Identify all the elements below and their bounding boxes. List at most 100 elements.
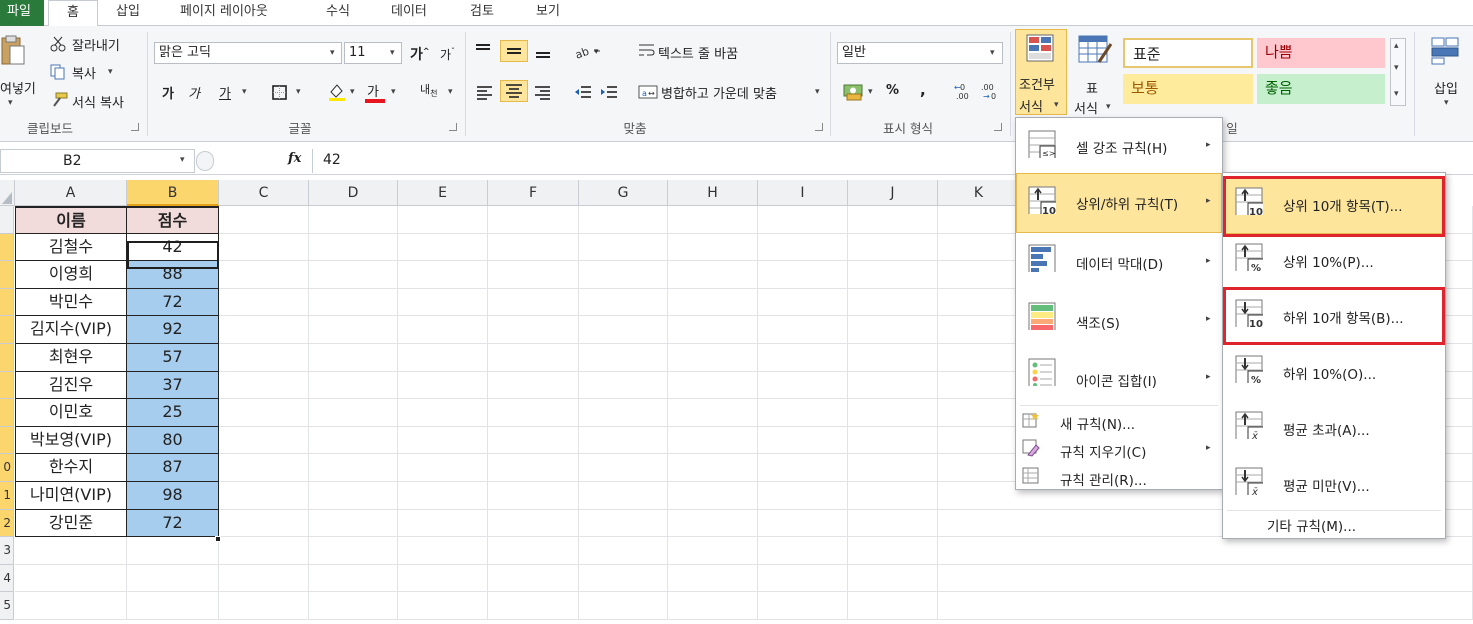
table-cell[interactable]: 37: [127, 371, 219, 400]
table-cell[interactable]: 80: [127, 426, 219, 455]
empty-cell[interactable]: [398, 537, 488, 565]
accounting-dropdown-icon[interactable]: ▾: [868, 87, 873, 97]
table-cell[interactable]: 나미연(VIP): [15, 482, 127, 510]
empty-cell[interactable]: [848, 399, 938, 427]
bold-button[interactable]: 가: [162, 83, 174, 102]
row-header-5[interactable]: [0, 316, 14, 344]
empty-cell[interactable]: [579, 261, 668, 289]
empty-cell[interactable]: [579, 482, 668, 510]
cut-button[interactable]: 잘라내기: [72, 35, 120, 54]
format-as-table-button[interactable]: 서식: [1074, 98, 1098, 117]
empty-cell[interactable]: [309, 344, 398, 372]
row-header-11[interactable]: 1: [0, 482, 14, 510]
empty-cell[interactable]: [309, 233, 398, 262]
empty-cell[interactable]: [848, 564, 938, 593]
empty-cell[interactable]: [219, 454, 309, 482]
empty-cell[interactable]: [309, 371, 398, 400]
table-cell[interactable]: 한수지: [15, 454, 127, 482]
empty-cell[interactable]: [668, 399, 758, 427]
italic-button[interactable]: 가: [188, 83, 200, 102]
font-launcher-icon[interactable]: [449, 123, 457, 131]
submenu-item-above-average[interactable]: x̄ 평균 초과(A)...: [1223, 401, 1445, 457]
merge-center-button[interactable]: 병합하고 가운데 맞춤: [661, 83, 777, 102]
empty-cell[interactable]: [668, 426, 758, 455]
accounting-format-icon[interactable]: [843, 81, 865, 101]
empty-cell[interactable]: [488, 482, 579, 510]
empty-cell[interactable]: [219, 482, 309, 510]
empty-cell[interactable]: [579, 509, 668, 538]
align-center-icon[interactable]: [500, 80, 528, 102]
row-header-10[interactable]: 0: [0, 454, 14, 482]
style-good[interactable]: 좋음: [1257, 74, 1385, 104]
empty-cell[interactable]: [758, 344, 848, 372]
number-format-dropdown-icon[interactable]: ▾: [990, 48, 995, 58]
tab-data[interactable]: 데이터: [391, 0, 427, 26]
empty-cell[interactable]: [848, 482, 938, 510]
formula-bar-splitter[interactable]: [196, 151, 214, 171]
fill-color-dropdown-icon[interactable]: ▾: [350, 87, 355, 97]
format-as-table-dropdown-icon[interactable]: ▾: [1106, 102, 1111, 112]
empty-cell[interactable]: [758, 564, 848, 593]
style-neutral[interactable]: 보통: [1123, 74, 1253, 104]
style-normal[interactable]: 표준: [1123, 38, 1253, 68]
empty-cell[interactable]: [488, 261, 579, 289]
table-cell[interactable]: 72: [127, 509, 219, 538]
font-color-dropdown-icon[interactable]: ▾: [391, 87, 396, 97]
empty-cell[interactable]: [15, 592, 127, 620]
empty-cell[interactable]: [398, 399, 488, 427]
empty-cell[interactable]: [309, 426, 398, 455]
empty-cell[interactable]: [758, 206, 848, 234]
empty-cell[interactable]: [488, 206, 579, 234]
increase-indent-icon[interactable]: [600, 84, 618, 100]
paste-icon[interactable]: [0, 34, 26, 68]
column-header-e[interactable]: E: [398, 180, 488, 206]
column-header-d[interactable]: D: [309, 180, 398, 206]
empty-cell[interactable]: [127, 537, 219, 565]
select-all-corner[interactable]: [0, 180, 15, 206]
menu-item-icon-sets[interactable]: 아이콘 집합(I) ▸: [1016, 348, 1222, 406]
format-painter-button[interactable]: 서식 복사: [72, 92, 124, 111]
empty-cell[interactable]: [848, 261, 938, 289]
empty-cell[interactable]: [309, 316, 398, 344]
empty-cell[interactable]: [758, 509, 848, 538]
empty-cell[interactable]: [848, 454, 938, 482]
phonetic-dropdown-icon[interactable]: ▾: [448, 87, 453, 97]
empty-cell[interactable]: [398, 316, 488, 344]
table-cell[interactable]: 강민준: [15, 509, 127, 538]
font-color-button[interactable]: 가: [367, 81, 379, 100]
menu-item-new-rule[interactable]: 새 규칙(N)...: [1016, 407, 1222, 435]
tab-insert[interactable]: 삽입: [116, 0, 140, 26]
empty-cell[interactable]: [668, 316, 758, 344]
empty-cell[interactable]: [398, 564, 488, 593]
empty-cell[interactable]: [848, 592, 938, 620]
table-cell[interactable]: 98: [127, 482, 219, 510]
submenu-item-bottom-10-percent[interactable]: % 하위 10%(O)...: [1223, 345, 1445, 401]
empty-cell[interactable]: [579, 564, 668, 593]
empty-cell[interactable]: [488, 454, 579, 482]
table-cell[interactable]: 김진우: [15, 371, 127, 400]
empty-cell[interactable]: [848, 316, 938, 344]
empty-cell[interactable]: [15, 564, 127, 593]
orientation-icon[interactable]: ab ▾: [573, 42, 602, 62]
decrease-decimal-icon[interactable]: .00 → 0: [981, 81, 1003, 101]
row-header-1[interactable]: [0, 206, 14, 234]
empty-cell[interactable]: [938, 564, 1473, 593]
empty-cell[interactable]: [758, 316, 848, 344]
row-header-8[interactable]: [0, 399, 14, 427]
empty-cell[interactable]: [219, 564, 309, 593]
submenu-item-top-10-percent[interactable]: % 상위 10%(P)...: [1223, 233, 1445, 289]
alignment-launcher-icon[interactable]: [815, 123, 823, 131]
empty-cell[interactable]: [668, 344, 758, 372]
clipboard-launcher-icon[interactable]: [131, 123, 139, 131]
tab-home[interactable]: 홈: [48, 0, 98, 27]
empty-cell[interactable]: [398, 288, 488, 317]
empty-cell[interactable]: [398, 371, 488, 400]
comma-style-button[interactable]: ,: [920, 81, 926, 99]
increase-decimal-icon[interactable]: ← 0.00: [954, 81, 976, 101]
empty-cell[interactable]: [758, 537, 848, 565]
tab-formulas[interactable]: 수식: [326, 0, 350, 26]
copy-dropdown-icon[interactable]: ▾: [108, 67, 113, 77]
menu-item-color-scales[interactable]: 색조(S) ▸: [1016, 290, 1222, 348]
empty-cell[interactable]: [309, 261, 398, 289]
tab-page-layout[interactable]: 페이지 레이아웃: [180, 0, 268, 26]
